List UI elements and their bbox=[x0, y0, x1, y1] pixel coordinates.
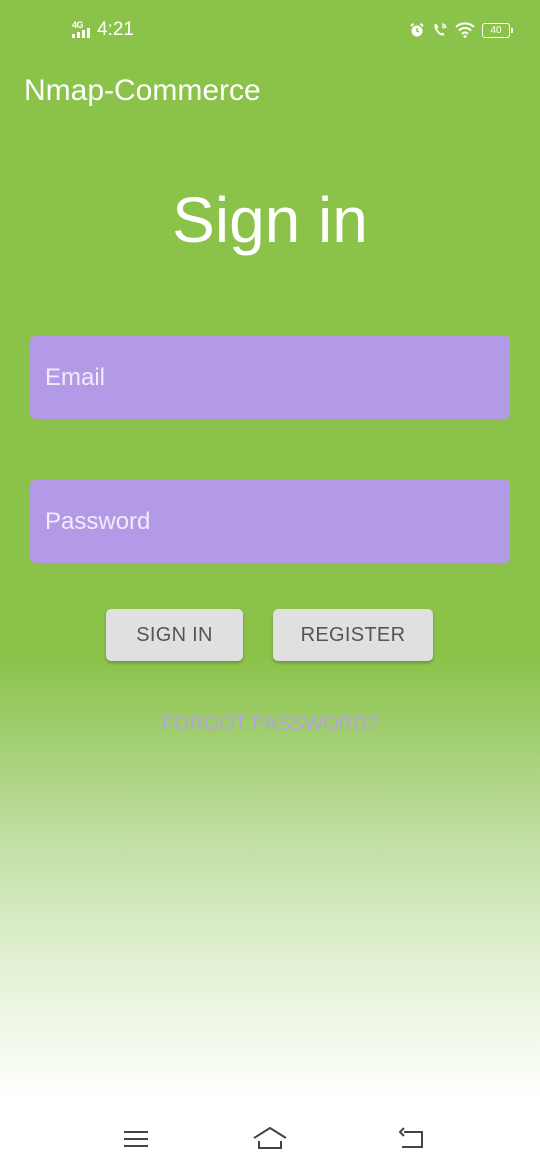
sign-in-heading: Sign in bbox=[172, 184, 368, 256]
status-bar: 4G 4:21 40 bbox=[0, 0, 540, 60]
back-icon bbox=[396, 1127, 428, 1157]
wifi-icon bbox=[455, 22, 475, 38]
sign-in-button[interactable]: SIGN IN bbox=[106, 609, 243, 661]
home-button[interactable] bbox=[253, 1124, 287, 1157]
wifi-call-icon bbox=[432, 22, 448, 38]
register-button[interactable]: REGISTER bbox=[273, 609, 433, 661]
status-icons: 40 bbox=[409, 20, 513, 40]
battery-icon: 40 bbox=[482, 22, 513, 38]
back-button[interactable] bbox=[396, 1124, 428, 1154]
password-field[interactable] bbox=[30, 480, 510, 563]
cellular-signal-icon: 4G bbox=[72, 20, 92, 38]
forgot-password-link[interactable]: FORGOT PASSWORD? bbox=[0, 710, 540, 738]
menu-icon bbox=[120, 1131, 152, 1157]
app-title: Nmap-Commerce bbox=[24, 74, 261, 107]
menu-button[interactable] bbox=[120, 1124, 152, 1154]
email-field[interactable] bbox=[30, 336, 510, 419]
status-time: 4:21 bbox=[97, 19, 134, 40]
home-icon bbox=[253, 1127, 287, 1157]
system-nav-bar bbox=[0, 1110, 540, 1170]
alarm-icon bbox=[409, 22, 425, 38]
